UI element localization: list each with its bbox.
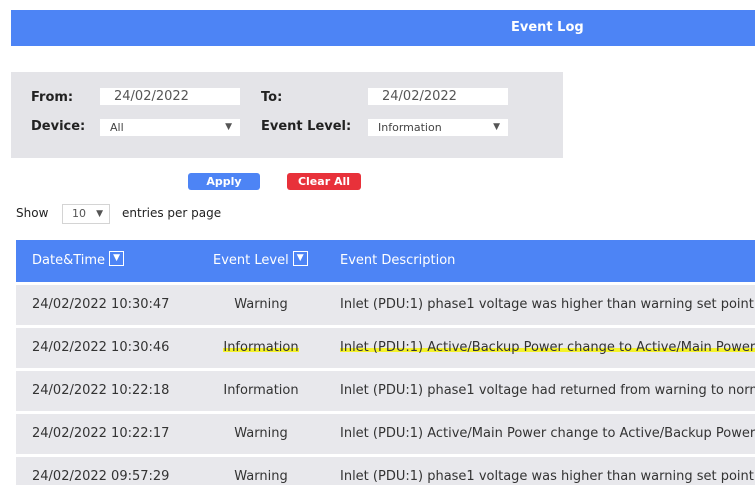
table-row[interactable]: 24/02/2022 10:30:47 Warning Inlet (PDU:1… [16,282,755,325]
entries-per-page-label: entries per page [122,206,222,220]
filter-panel: From: 24/02/2022 To: 24/02/2022 Device: … [11,72,563,158]
chevron-down-icon: ▼ [225,122,232,132]
sort-dropdown-icon[interactable]: ▼ [292,251,308,266]
event-level-select[interactable]: Information ▼ [368,119,508,136]
clear-all-button[interactable]: Clear All [287,173,361,190]
column-header-datetime: Date&Time ▼ [32,240,125,282]
entries-per-page-select[interactable]: 10 ▼ [62,204,110,224]
cell-event-level: Information [196,328,326,368]
cell-event-description: Inlet (PDU:1) phase1 voltage had returne… [340,383,755,398]
cell-event-level: Warning [234,469,288,484]
column-header-label: Date&Time [32,253,106,268]
table-header: Date&Time ▼ Event Level ▼ Event Descriptio… [16,240,755,282]
event-level-select-value: Information [378,121,442,134]
cell-event-description: Inlet (PDU:1) Active/Backup Power change… [340,328,755,368]
cell-event-level: Information [223,383,299,398]
cell-event-level: Warning [234,426,288,441]
sort-dropdown-icon[interactable]: ▼ [109,251,125,266]
cell-datetime: 24/02/2022 10:22:17 [32,426,170,441]
table-row[interactable]: 24/02/2022 10:22:17 Warning Inlet (PDU:1… [16,411,755,454]
device-select[interactable]: All ▼ [100,119,240,136]
cell-datetime: 24/02/2022 10:22:18 [32,383,170,398]
event-log-page: Event Log From: 24/02/2022 To: 24/02/202… [0,0,755,485]
device-select-value: All [110,121,124,134]
cell-event-level: Warning [234,297,288,312]
column-header-label: Event Description [340,253,456,268]
cell-event-description: Inlet (PDU:1) phase1 voltage was higher … [340,297,754,312]
header-bar: Event Log [11,10,755,46]
event-level-label: Event Level: [261,119,352,134]
chevron-down-icon: ▼ [493,122,500,132]
device-label: Device: [31,119,86,134]
column-header-event-level: Event Level ▼ [213,240,308,282]
chevron-down-icon: ▼ [96,209,103,219]
column-header-event-description: Event Description [340,240,455,282]
table-row[interactable]: 24/02/2022 10:30:46 Information Inlet (P… [16,325,755,368]
cell-event-description: Inlet (PDU:1) Active/Main Power change t… [340,426,755,441]
cell-datetime: 24/02/2022 10:30:47 [32,297,170,312]
cell-event-description: Inlet (PDU:1) phase1 voltage was higher … [340,469,754,484]
highlighted-text: Information [223,340,299,355]
highlighted-text: Inlet (PDU:1) Active/Backup Power change… [340,340,755,355]
table-row[interactable]: 24/02/2022 10:22:18 Information Inlet (P… [16,368,755,411]
to-label: To: [261,90,283,105]
table-row[interactable]: 24/02/2022 09:57:29 Warning Inlet (PDU:1… [16,454,755,485]
from-date-field[interactable]: 24/02/2022 [100,88,240,105]
show-label: Show [16,206,49,220]
from-label: From: [31,90,74,105]
apply-button[interactable]: Apply [188,173,260,190]
cell-datetime: 24/02/2022 09:57:29 [32,469,170,484]
cell-datetime: 24/02/2022 10:30:46 [32,340,170,355]
entries-per-page-value: 10 [72,207,86,220]
event-table: Date&Time ▼ Event Level ▼ Event Descriptio… [16,240,755,485]
column-header-label: Event Level [213,253,289,268]
to-date-field[interactable]: 24/02/2022 [368,88,508,105]
page-title: Event Log [511,20,584,35]
